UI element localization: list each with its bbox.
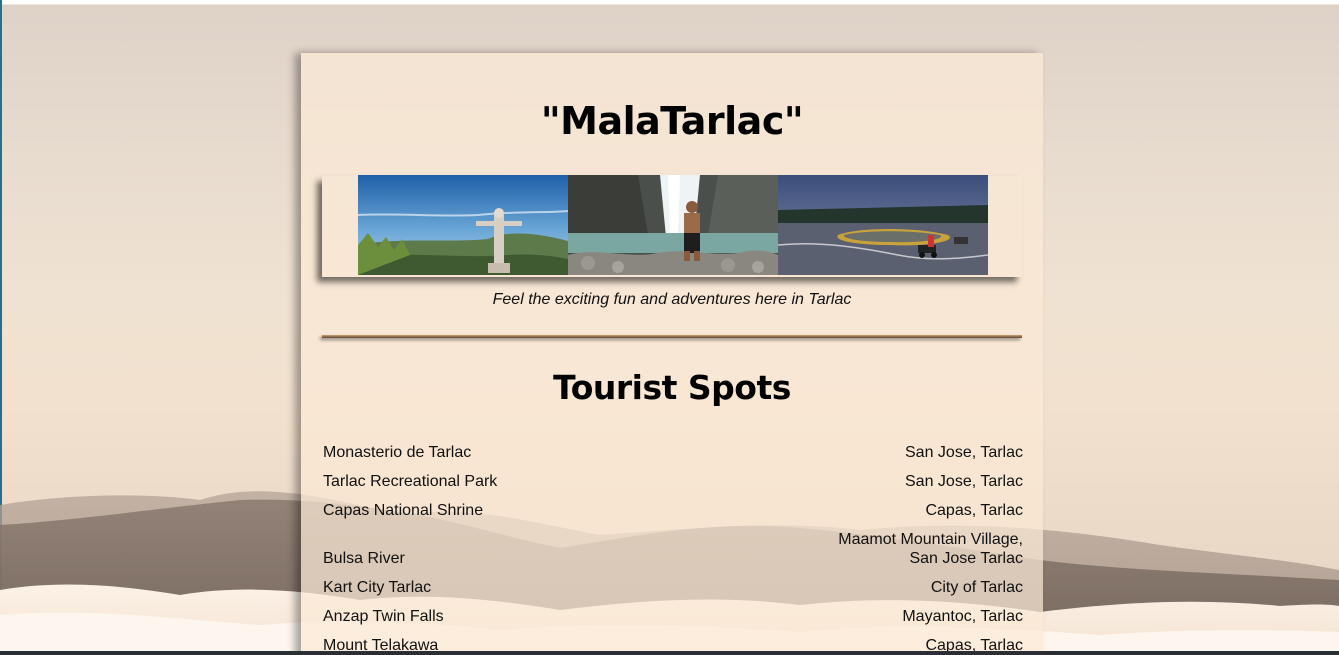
tourist-spots-list: Monasterio de Tarlac San Jose, Tarlac Ta…	[323, 443, 1023, 655]
kart-track-photo	[778, 175, 988, 275]
list-item: Capas National Shrine Capas, Tarlac	[323, 501, 1023, 520]
spot-location: Capas, Tarlac	[925, 502, 1023, 519]
list-item: Monasterio de Tarlac San Jose, Tarlac	[323, 443, 1023, 462]
spot-location: Maamot Mountain Village, San Jose Tarlac	[838, 531, 1023, 567]
spot-name: Tarlac Recreational Park	[323, 473, 498, 490]
list-item: Kart City Tarlac City of Tarlac	[323, 578, 1023, 597]
tagline: Feel the exciting fun and adventures her…	[492, 291, 852, 308]
waterfall-photo	[568, 175, 778, 275]
section-divider	[322, 335, 1022, 338]
page-title: "MalaTarlac"	[540, 99, 804, 143]
taskbar-edge	[0, 651, 1339, 655]
spot-name: Bulsa River	[323, 550, 405, 567]
photo-banner	[358, 175, 988, 275]
spot-location: City of Tarlac	[930, 579, 1023, 596]
statue-photo	[358, 175, 568, 275]
spot-name: Anzap Twin Falls	[323, 608, 444, 625]
list-item: Anzap Twin Falls Mayantoc, Tarlac	[323, 607, 1023, 626]
spot-location: Mayantoc, Tarlac	[902, 608, 1023, 625]
spot-name: Capas National Shrine	[323, 502, 484, 519]
spot-name: Kart City Tarlac	[323, 579, 432, 596]
content-card: "MalaTarlac" Feel the exciting fun and a…	[301, 53, 1043, 655]
spot-name: Monasterio de Tarlac	[323, 444, 472, 461]
list-item: Tarlac Recreational Park San Jose, Tarla…	[323, 472, 1023, 491]
spot-location: San Jose, Tarlac	[905, 444, 1023, 461]
spot-location: San Jose, Tarlac	[905, 473, 1023, 490]
list-item: Bulsa River Maamot Mountain Village, San…	[323, 530, 1023, 568]
tourist-spots-heading: Tourist Spots	[553, 368, 791, 407]
